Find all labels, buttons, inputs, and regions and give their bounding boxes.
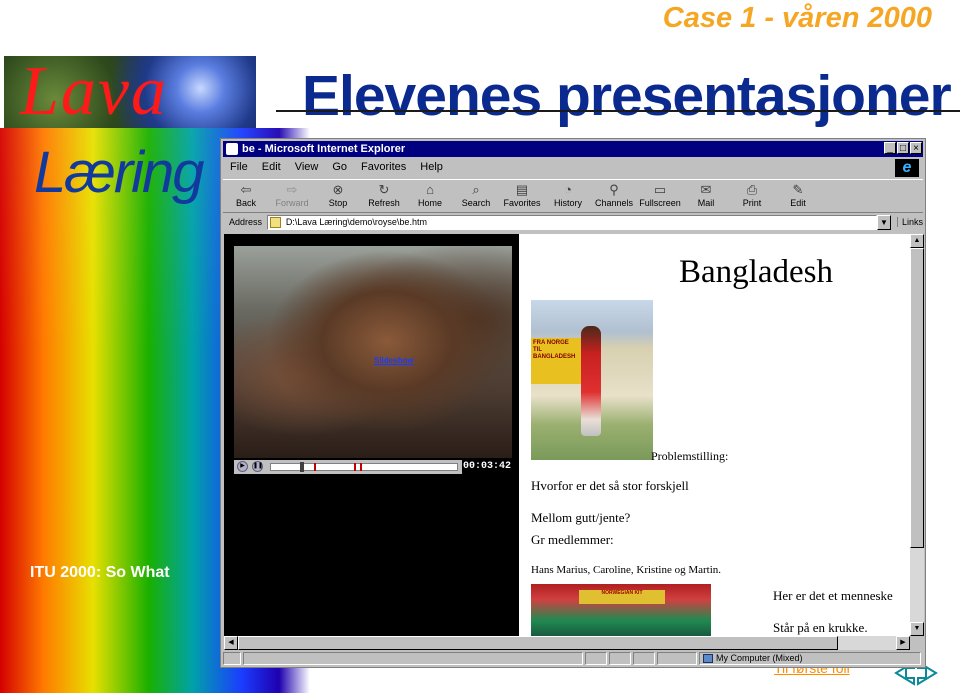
status-cell <box>585 652 607 665</box>
print-icon: ⎙ <box>746 182 758 197</box>
marker-tick <box>360 463 362 471</box>
vertical-scroll-thumb[interactable] <box>910 248 924 548</box>
play-icon[interactable]: ▶ <box>237 461 248 472</box>
status-bar: My Computer (Mixed) <box>223 651 923 667</box>
menu-favorites[interactable]: Favorites <box>354 159 413 176</box>
dancer-photo: FRA NORGE TIL BANGLADESH <box>531 300 653 460</box>
back-button[interactable]: ⇦ Back <box>223 180 269 212</box>
history-icon: ◔ <box>564 182 572 197</box>
address-dropdown-button[interactable]: ▼ <box>877 214 891 230</box>
status-message <box>243 652 583 665</box>
menu-go[interactable]: Go <box>325 159 354 176</box>
address-value: D:\Lava Læring\demo\royse\be.htm <box>285 216 427 227</box>
menu-help[interactable]: Help <box>413 159 450 176</box>
caption-line-2: Står på en krukke. <box>773 620 868 635</box>
back-arrow-icon: ⇦ <box>240 182 252 197</box>
browser-window: be - Microsoft Internet Explorer _ □ × F… <box>220 138 926 668</box>
stage-photo: NORWEGIAN KIT <box>531 584 711 636</box>
security-zone: My Computer (Mixed) <box>699 652 921 665</box>
scroll-left-button[interactable]: ◀ <box>224 636 238 650</box>
stop-button[interactable]: ⊗ Stop <box>315 180 361 212</box>
menu-file[interactable]: File <box>223 159 255 176</box>
members-list: Hans Marius, Caroline, Kristine og Marti… <box>531 564 722 576</box>
ie-logo-icon: e <box>895 159 919 177</box>
standard-toolbar: ⇦ Back ⇨ Forward ⊗ Stop ↻ Refresh ⌂ Home ⌕ Sea… <box>223 179 923 213</box>
video-player-frame[interactable] <box>234 246 512 458</box>
photo-banner-text: FRA NORGE TIL BANGLADESH <box>531 338 581 384</box>
favorites-icon: ▤ <box>515 182 529 197</box>
refresh-button[interactable]: ↻ Refresh <box>361 180 407 212</box>
home-icon: ⌂ <box>426 182 434 197</box>
forward-button[interactable]: ⇨ Forward <box>269 180 315 212</box>
favorites-button[interactable]: ▤ Favorites <box>499 180 545 212</box>
marker-tick <box>354 463 356 471</box>
horizontal-scroll-thumb[interactable] <box>238 636 838 650</box>
scroll-right-button[interactable]: ▶ <box>896 636 910 650</box>
problem-label: Problemstilling: <box>651 449 729 463</box>
menu-edit[interactable]: Edit <box>255 159 288 176</box>
links-button[interactable]: Links <box>896 217 923 227</box>
channels-button[interactable]: ⚲ Channels <box>591 180 637 212</box>
page-viewport: Slideshow ▶ ❚❚ 00:03:42 Bangladesh FRA N… <box>224 234 910 636</box>
maximize-button[interactable]: □ <box>897 142 909 154</box>
bangladesh-page: Bangladesh FRA NORGE TIL BANGLADESH Prob… <box>519 234 910 636</box>
stage-banner-text: NORWEGIAN KIT <box>579 590 665 604</box>
search-button[interactable]: ⌕ Search <box>453 180 499 212</box>
dancer-figure <box>581 326 601 436</box>
members-label: Gr medlemmer: <box>531 532 614 547</box>
fullscreen-button[interactable]: ▭ Fullscreen <box>637 180 683 212</box>
browser-title: be - Microsoft Internet Explorer <box>242 143 406 155</box>
slide-title: Elevenes presentasjoner <box>302 64 952 128</box>
history-button[interactable]: ◔ History <box>545 180 591 212</box>
lava-logo-wordmark: Lava <box>20 53 168 130</box>
scroll-down-button[interactable]: ▼ <box>910 622 924 636</box>
address-input[interactable]: D:\Lava Læring\demo\royse\be.htm <box>266 214 878 230</box>
mail-button[interactable]: ✉ Mail <box>683 180 729 212</box>
edit-icon: ✎ <box>792 182 804 197</box>
search-icon: ⌕ <box>472 182 480 197</box>
page-icon <box>269 216 281 228</box>
pause-icon[interactable]: ❚❚ <box>252 461 263 472</box>
mail-icon: ✉ <box>700 182 712 197</box>
video-controls: ▶ ❚❚ 00:03:42 <box>234 460 512 474</box>
minimize-button[interactable]: _ <box>884 142 896 154</box>
title-divider <box>276 110 960 112</box>
refresh-icon: ↻ <box>378 182 390 197</box>
edit-button[interactable]: ✎ Edit <box>775 180 821 212</box>
stop-icon: ⊗ <box>332 182 344 197</box>
video-seek-bar[interactable] <box>270 463 458 471</box>
question-line-2: Mellom gutt/jente? <box>531 510 631 525</box>
forward-arrow-icon: ⇨ <box>286 182 298 197</box>
status-cell <box>609 652 631 665</box>
address-label: Address <box>229 217 263 227</box>
scroll-up-button[interactable]: ▲ <box>910 234 924 248</box>
footer-label: ITU 2000: So What <box>30 564 170 581</box>
channels-icon: ⚲ <box>609 182 619 197</box>
home-button[interactable]: ⌂ Home <box>407 180 453 212</box>
menu-view[interactable]: View <box>288 159 326 176</box>
ie-page-icon <box>226 143 238 155</box>
status-cell <box>633 652 655 665</box>
window-controls: _ □ × <box>884 142 922 154</box>
fullscreen-icon: ▭ <box>653 182 667 197</box>
menu-bar: File Edit View Go Favorites Help <box>223 159 450 176</box>
seek-thumb[interactable] <box>300 462 304 472</box>
caption-line-1: Her er det et menneske <box>773 588 893 603</box>
case-label: Case 1 - våren 2000 <box>662 2 932 34</box>
print-button[interactable]: ⎙ Print <box>729 180 775 212</box>
horizontal-scrollbar[interactable]: ◀ ▶ <box>224 636 910 650</box>
browser-titlebar: be - Microsoft Internet Explorer <box>223 141 923 157</box>
address-bar: Address D:\Lava Læring\demo\royse\be.htm… <box>223 213 923 231</box>
close-button[interactable]: × <box>910 142 922 154</box>
question-line-1: Hvorfor er det så stor forskjell <box>531 478 689 493</box>
marker-tick <box>314 463 316 471</box>
video-time-display: 00:03:42 <box>462 460 512 474</box>
status-page-icon <box>223 652 241 665</box>
laering-logo-text: Læring <box>34 140 205 205</box>
page-heading: Bangladesh <box>679 254 833 290</box>
computer-icon <box>703 654 713 663</box>
slideshow-link[interactable]: Slideshow <box>374 356 414 365</box>
vertical-scrollbar[interactable]: ▲ ▼ <box>910 234 924 636</box>
status-cell <box>657 652 697 665</box>
